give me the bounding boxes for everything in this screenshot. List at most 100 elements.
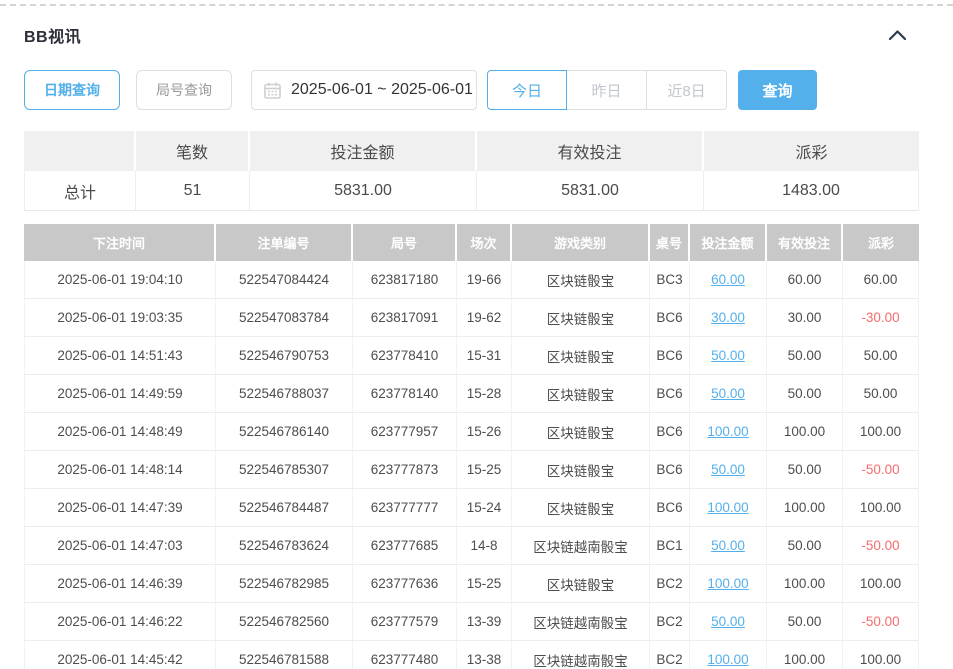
bet-time-cell: 2025-06-01 14:48:49 bbox=[24, 413, 216, 451]
payout-cell: 100.00 bbox=[843, 413, 919, 451]
round-id-cell: 623777579 bbox=[353, 603, 457, 641]
panel-header: BB视讯 bbox=[24, 24, 919, 46]
page-title: BB视讯 bbox=[24, 23, 81, 47]
table-id-cell: BC6 bbox=[650, 413, 690, 451]
order-id-cell: 522547083784 bbox=[216, 299, 353, 337]
records-header-row: 下注时间注单编号局号场次游戏类别桌号投注金额有效投注派彩 bbox=[24, 224, 919, 261]
order-id-cell: 522546785307 bbox=[216, 451, 353, 489]
bet-amount-link[interactable]: 50.00 bbox=[711, 462, 745, 477]
summary-table: 笔数投注金额有效投注派彩 总计515831.005831.001483.00 bbox=[24, 131, 919, 211]
table-id-cell: BC2 bbox=[650, 565, 690, 603]
game-type-cell: 区块链越南骰宝 bbox=[512, 641, 650, 669]
bet-time-cell: 2025-06-01 19:03:35 bbox=[24, 299, 216, 337]
table-row: 2025-06-01 14:48:14522546785307623777873… bbox=[24, 451, 919, 489]
game-type-cell: 区块链骰宝 bbox=[512, 451, 650, 489]
session-cell: 15-28 bbox=[457, 375, 512, 413]
session-cell: 14-8 bbox=[457, 527, 512, 565]
bet-amount-cell: 100.00 bbox=[690, 489, 767, 527]
table-id-cell: BC3 bbox=[650, 261, 690, 299]
order-id-cell: 522546782560 bbox=[216, 603, 353, 641]
table-row: 2025-06-01 14:46:39522546782985623777636… bbox=[24, 565, 919, 603]
valid-bet-cell: 50.00 bbox=[767, 375, 843, 413]
round-id-cell: 623777685 bbox=[353, 527, 457, 565]
table-id-cell: BC6 bbox=[650, 299, 690, 337]
records-header-cell: 派彩 bbox=[843, 224, 919, 261]
round-id-cell: 623778140 bbox=[353, 375, 457, 413]
game-type-cell: 区块链越南骰宝 bbox=[512, 603, 650, 641]
bet-amount-cell: 50.00 bbox=[690, 375, 767, 413]
session-cell: 15-26 bbox=[457, 413, 512, 451]
records-header-cell: 下注时间 bbox=[24, 224, 216, 261]
last8days-button[interactable]: 近8日 bbox=[647, 70, 727, 110]
table-row: 2025-06-01 19:04:10522547084424623817180… bbox=[24, 261, 919, 299]
bet-time-cell: 2025-06-01 14:49:59 bbox=[24, 375, 216, 413]
summary-total-row: 总计515831.005831.001483.00 bbox=[24, 171, 919, 211]
payout-cell: 50.00 bbox=[843, 337, 919, 375]
table-row: 2025-06-01 14:51:43522546790753623778410… bbox=[24, 337, 919, 375]
payout-cell: 100.00 bbox=[843, 489, 919, 527]
bet-amount-cell: 100.00 bbox=[690, 413, 767, 451]
bet-amount-link[interactable]: 50.00 bbox=[711, 348, 745, 363]
game-type-cell: 区块链骰宝 bbox=[512, 565, 650, 603]
summary-header-cell: 有效投注 bbox=[477, 131, 704, 171]
records-header-cell: 游戏类别 bbox=[512, 224, 650, 261]
game-type-cell: 区块链骰宝 bbox=[512, 337, 650, 375]
table-row: 2025-06-01 14:47:03522546783624623777685… bbox=[24, 527, 919, 565]
bet-amount-link[interactable]: 100.00 bbox=[707, 500, 748, 515]
game-type-cell: 区块链骰宝 bbox=[512, 375, 650, 413]
bet-amount-link[interactable]: 60.00 bbox=[711, 272, 745, 287]
round-id-cell: 623778410 bbox=[353, 337, 457, 375]
summary-header-cell bbox=[24, 131, 136, 171]
summary-header-cell: 投注金额 bbox=[250, 131, 477, 171]
bet-amount-link[interactable]: 100.00 bbox=[707, 576, 748, 591]
payout-cell: -50.00 bbox=[843, 527, 919, 565]
bet-time-cell: 2025-06-01 14:51:43 bbox=[24, 337, 216, 375]
summary-value-cell: 总计 bbox=[24, 171, 136, 211]
round-id-cell: 623817091 bbox=[353, 299, 457, 337]
bet-amount-link[interactable]: 50.00 bbox=[711, 614, 745, 629]
table-row: 2025-06-01 14:46:22522546782560623777579… bbox=[24, 603, 919, 641]
records-header-cell: 有效投注 bbox=[767, 224, 843, 261]
table-row: 2025-06-01 14:49:59522546788037623778140… bbox=[24, 375, 919, 413]
calendar-icon bbox=[264, 82, 281, 99]
collapse-button[interactable] bbox=[888, 29, 907, 41]
payout-cell: 100.00 bbox=[843, 641, 919, 669]
date-range-value: 2025-06-01 ~ 2025-06-01 bbox=[291, 81, 473, 99]
round-id-cell: 623777480 bbox=[353, 641, 457, 669]
order-id-cell: 522546782985 bbox=[216, 565, 353, 603]
bet-amount-link[interactable]: 30.00 bbox=[711, 310, 745, 325]
summary-value-cell: 51 bbox=[136, 171, 250, 211]
records-table: 下注时间注单编号局号场次游戏类别桌号投注金额有效投注派彩 2025-06-01 … bbox=[24, 224, 919, 669]
bet-time-cell: 2025-06-01 14:47:03 bbox=[24, 527, 216, 565]
bet-amount-link[interactable]: 100.00 bbox=[707, 424, 748, 439]
date-range-input[interactable]: 2025-06-01 ~ 2025-06-01 bbox=[251, 70, 477, 110]
records-header-cell: 桌号 bbox=[650, 224, 690, 261]
bet-amount-cell: 50.00 bbox=[690, 337, 767, 375]
payout-cell: 100.00 bbox=[843, 565, 919, 603]
bet-amount-link[interactable]: 50.00 bbox=[711, 538, 745, 553]
bet-amount-link[interactable]: 50.00 bbox=[711, 386, 745, 401]
order-id-cell: 522546786140 bbox=[216, 413, 353, 451]
yesterday-button[interactable]: 昨日 bbox=[567, 70, 647, 110]
bet-amount-link[interactable]: 100.00 bbox=[707, 652, 748, 667]
summary-header-row: 笔数投注金额有效投注派彩 bbox=[24, 131, 919, 171]
session-cell: 15-31 bbox=[457, 337, 512, 375]
today-button[interactable]: 今日 bbox=[487, 70, 567, 110]
summary-header-cell: 笔数 bbox=[136, 131, 250, 171]
round-query-button[interactable]: 局号查询 bbox=[136, 70, 232, 110]
payout-cell: 50.00 bbox=[843, 375, 919, 413]
session-cell: 13-39 bbox=[457, 603, 512, 641]
bet-time-cell: 2025-06-01 14:48:14 bbox=[24, 451, 216, 489]
payout-cell: 60.00 bbox=[843, 261, 919, 299]
bet-amount-cell: 60.00 bbox=[690, 261, 767, 299]
session-cell: 15-24 bbox=[457, 489, 512, 527]
date-query-button[interactable]: 日期查询 bbox=[24, 70, 120, 110]
valid-bet-cell: 50.00 bbox=[767, 337, 843, 375]
search-button[interactable]: 查询 bbox=[738, 70, 817, 110]
chevron-up-icon bbox=[888, 29, 907, 41]
bet-time-cell: 2025-06-01 14:47:39 bbox=[24, 489, 216, 527]
valid-bet-cell: 50.00 bbox=[767, 527, 843, 565]
bet-amount-cell: 30.00 bbox=[690, 299, 767, 337]
table-id-cell: BC6 bbox=[650, 375, 690, 413]
query-toolbar: 日期查询 局号查询 2025-06-01 ~ 2025-06-01 今日 昨日 … bbox=[24, 70, 919, 110]
